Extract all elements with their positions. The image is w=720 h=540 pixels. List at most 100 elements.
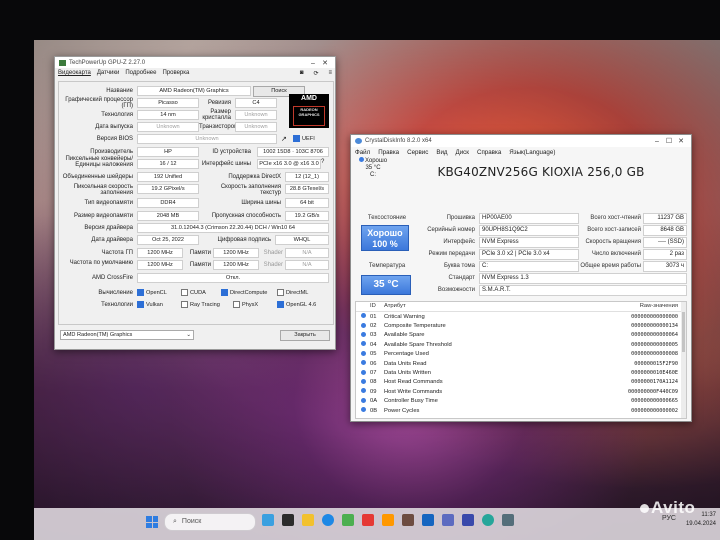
name-label: Название [106, 88, 133, 94]
temperature-label: Температура [368, 263, 406, 269]
status-dot-icon [356, 397, 370, 405]
close-icon[interactable]: ✕ [319, 59, 331, 67]
menu-file[interactable]: Файл [355, 149, 370, 156]
tab-advanced[interactable]: Подробнее [125, 70, 156, 76]
default-clock-label: Частота по умолчанию [69, 260, 133, 266]
table-row[interactable]: 08 Host Read Commands 0000000170A1124 [356, 378, 686, 387]
features-value: S.M.A.R.T. [479, 285, 687, 296]
menu-disk[interactable]: Диск [456, 149, 469, 156]
card-select[interactable]: AMD Radeon(TM) Graphics ⌄ [60, 330, 194, 340]
crystaldiskinfo-window: CrystalDiskInfo 8.2.0 x64 – ☐ ✕ Файл Правк… [350, 134, 692, 422]
yandex-icon[interactable] [362, 514, 374, 526]
menu-service[interactable]: Сервис [407, 149, 428, 156]
attr-name: Critical Warning [384, 313, 425, 320]
table-row[interactable]: 06 Data Units Read 000000015F2F90 [356, 359, 686, 368]
settings-icon[interactable] [502, 514, 514, 526]
driver-date-label: Дата драйвера [91, 237, 133, 243]
camera-icon[interactable]: ◙ [300, 70, 304, 76]
app-icon[interactable] [462, 514, 474, 526]
taskbar-search[interactable]: ⌕ Поиск [164, 513, 256, 531]
crossfire-value: Откл. [137, 273, 329, 283]
attr-id: 0A [370, 398, 378, 405]
host-writes-value: 8648 GB [643, 225, 687, 236]
cdi-title: CrystalDiskInfo 8.2.0 x64 [365, 138, 432, 144]
attr-name: Available Spare Threshold [384, 341, 452, 348]
signature-label: Цифровая подпись [217, 237, 271, 243]
app-icon[interactable] [402, 514, 414, 526]
attr-id: 05 [370, 351, 377, 358]
refresh-icon[interactable]: ⟳ [313, 70, 318, 77]
windows-start-icon[interactable] [146, 516, 158, 528]
power-count-label: Число включений [591, 251, 641, 257]
gpuz-titlebar[interactable]: TechPowerUp GPU-Z 2.27.0 – ✕ [55, 57, 335, 68]
file-explorer-icon[interactable] [302, 514, 314, 526]
technologies-label: Технологии [101, 302, 133, 308]
menu-icon[interactable]: ≡ [328, 70, 332, 76]
firmware-label: Прошивка [446, 215, 475, 221]
maximize-icon[interactable]: ☐ [663, 137, 675, 145]
shader-clock-label: Shader [263, 250, 283, 256]
status-dot-icon [356, 331, 370, 339]
crystaldiskinfo-taskbar-icon[interactable] [482, 514, 494, 526]
close-icon[interactable]: ✕ [675, 137, 687, 145]
scrollbar[interactable] [681, 302, 686, 418]
bios-label: Версия BIOS [96, 136, 133, 142]
cuda-checkbox: CUDA [181, 289, 206, 296]
task-view-icon[interactable] [282, 514, 294, 526]
vulkan-checkbox: Vulkan [137, 301, 163, 308]
share-icon[interactable]: ↗ [281, 135, 287, 143]
transistors-value: Unknown [235, 122, 277, 132]
status-dot-icon [356, 407, 370, 414]
gpuz-taskbar-icon[interactable] [442, 514, 454, 526]
bus-value: PCIe x16 3.0 @ x16 3.0 [257, 159, 321, 169]
memory-type-label: Тип видеопамяти [84, 200, 133, 206]
menu-view[interactable]: Вид [436, 149, 447, 156]
store-icon[interactable] [342, 514, 354, 526]
table-row[interactable]: 05 Percentage Used 000000000000008 [356, 350, 686, 359]
edge-icon[interactable] [322, 514, 334, 526]
minimize-icon[interactable]: – [307, 60, 319, 67]
status-dot-icon [356, 350, 370, 358]
transfer-mode-value: PCIe 3.0 x2 | PCIe 3.0 x4 [479, 249, 579, 260]
table-row[interactable]: 03 Available Spare 000000000000064 [356, 331, 686, 340]
memory-clock-label: Памяти [189, 250, 211, 256]
directml-checkbox: DirectML [277, 289, 308, 296]
minimize-icon[interactable]: – [651, 138, 663, 145]
disk-selector[interactable]: Хорошо 35 °C C: [353, 157, 393, 181]
table-row[interactable]: 09 Host Write Commands 000000000F440C09 [356, 387, 686, 396]
pixel-fillrate-value: 19.2 GPixel/s [137, 184, 199, 194]
amazon-icon[interactable] [382, 514, 394, 526]
drive-letter-label: Буква тома [443, 263, 475, 269]
avito-watermark: Avito [640, 498, 695, 518]
tab-sensors[interactable]: Датчики [97, 70, 119, 76]
gpuz-footer: AMD Radeon(TM) Graphics ⌄ Закрыть [58, 327, 332, 343]
close-button[interactable]: Закрыть [280, 330, 330, 341]
menu-language[interactable]: Язык(Language) [509, 149, 555, 156]
attr-raw: 0000000170A1124 [631, 379, 678, 386]
shaders-value: 192 Unified [137, 172, 199, 182]
attr-raw: 000000000000002 [631, 407, 678, 414]
taskbar: ⌕ Поиск РУС 11:37 19.04.2024 [34, 508, 720, 540]
status-dot-icon [356, 341, 370, 348]
menu-help[interactable]: Справка [477, 149, 501, 156]
status-dot-icon [356, 369, 370, 377]
device-id-value: 1002 15D8 · 103C 8706 [257, 147, 329, 157]
table-row[interactable]: 04 Available Spare Threshold 0000000000000… [356, 340, 686, 349]
table-row[interactable]: 01 Critical Warning 000000000000000 [356, 312, 686, 321]
tab-graphics-card[interactable]: Видеокарта [58, 70, 91, 76]
bios-value: Unknown [137, 134, 277, 144]
table-row[interactable]: 0A Controller Busy Time 000000000000665 [356, 397, 686, 406]
temperature-status: 35 °C [361, 275, 411, 295]
cdi-titlebar[interactable]: CrystalDiskInfo 8.2.0 x64 – ☐ ✕ [351, 135, 691, 147]
tab-validation[interactable]: Проверка [162, 70, 189, 76]
texture-fillrate-value: 28.8 GTexel/s [285, 184, 329, 194]
table-row[interactable]: 02 Composite Temperature 000000000000134 [356, 321, 686, 330]
widgets-icon[interactable] [262, 514, 274, 526]
dropbox-icon[interactable] [422, 514, 434, 526]
menu-edit[interactable]: Правка [378, 149, 399, 156]
bandwidth-value: 19.2 GB/s [285, 211, 329, 221]
table-row[interactable]: 0B Power Cycles 000000000000002 [356, 406, 686, 415]
table-row[interactable]: 07 Data Units Written 0000000010E460E [356, 368, 686, 377]
attr-name: Controller Busy Time [384, 398, 438, 405]
help-icon[interactable]: ? [321, 159, 324, 165]
